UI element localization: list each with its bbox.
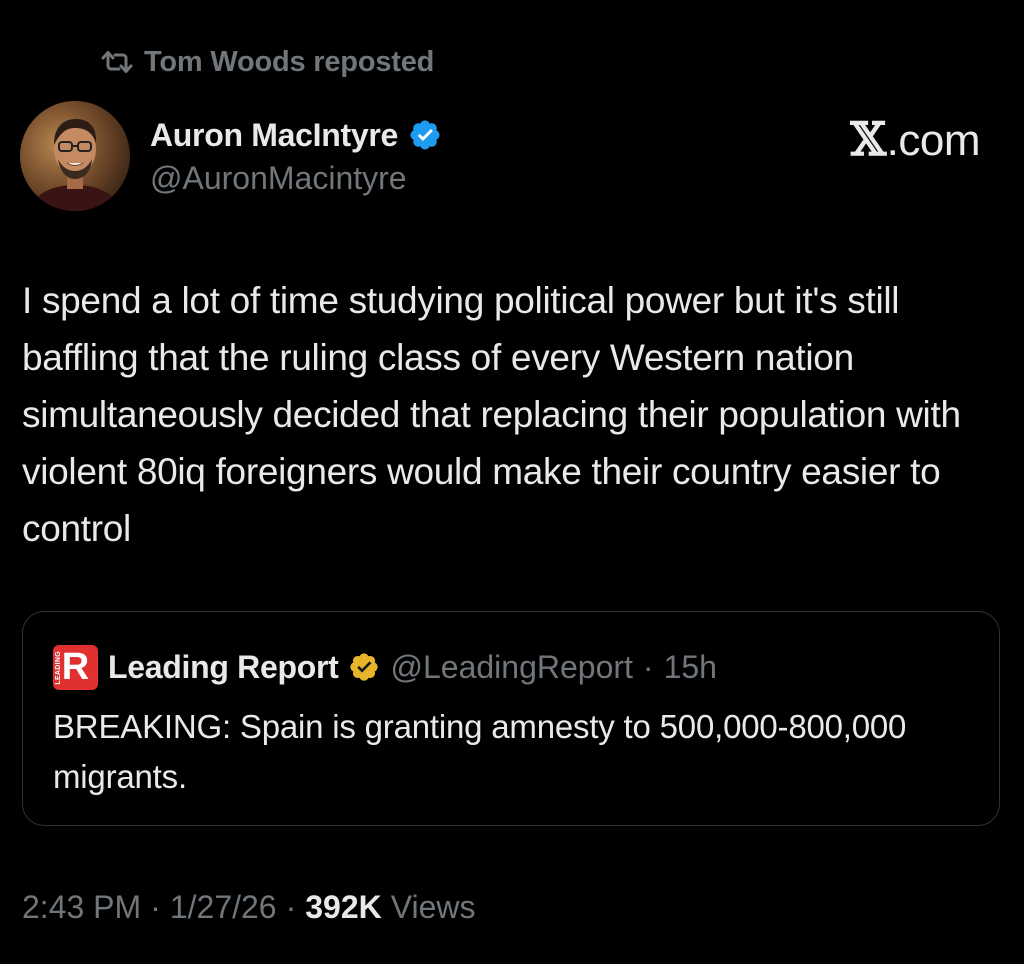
logo-tag: LEADING	[55, 650, 62, 685]
x-logo-suffix: .com	[886, 116, 981, 165]
quoted-tweet-card[interactable]: LEADING R Leading Report @LeadingReport …	[22, 611, 1000, 826]
tweet-meta: 2:43 PM · 1/27/26 · 392K Views	[22, 887, 476, 927]
x-com-logo: 𝕏 .com	[850, 112, 980, 166]
dot-separator: ·	[642, 648, 654, 685]
x-logo-icon: 𝕏	[850, 112, 886, 166]
repost-text: Tom Woods reposted	[144, 45, 435, 78]
views-label: Views	[390, 888, 476, 925]
tweet-text: I spend a lot of time studying political…	[22, 280, 961, 549]
tweet-date[interactable]: 1/27/26	[170, 889, 277, 926]
quoted-tweet-text: BREAKING: Spain is granting amnesty to 5…	[53, 708, 907, 795]
tweet-time[interactable]: 2:43 PM	[22, 889, 141, 926]
quoted-author-handle[interactable]: @LeadingReport	[390, 649, 632, 686]
author-name[interactable]: Auron MacIntyre	[150, 117, 398, 154]
quoted-author-name[interactable]: Leading Report	[108, 649, 339, 686]
leading-report-logo-icon[interactable]: LEADING R	[53, 644, 98, 690]
views-count[interactable]: 392K	[305, 889, 382, 926]
author-name-row[interactable]: Auron MacIntyre	[150, 114, 442, 156]
dot-separator: ·	[150, 888, 161, 925]
dot-separator: ·	[285, 888, 297, 925]
repost-indicator[interactable]: Tom Woods reposted	[100, 42, 434, 82]
verified-badge-icon	[408, 118, 442, 152]
avatar[interactable]	[20, 101, 130, 211]
quoted-tweet-time[interactable]: 15h	[664, 649, 717, 686]
logo-letter: R	[61, 645, 90, 688]
author-handle[interactable]: @AuronMacintyre	[150, 160, 407, 197]
repost-icon	[100, 49, 134, 75]
quoted-tweet-header: LEADING R Leading Report @LeadingReport …	[53, 644, 717, 690]
verified-gold-badge-icon	[348, 651, 380, 683]
